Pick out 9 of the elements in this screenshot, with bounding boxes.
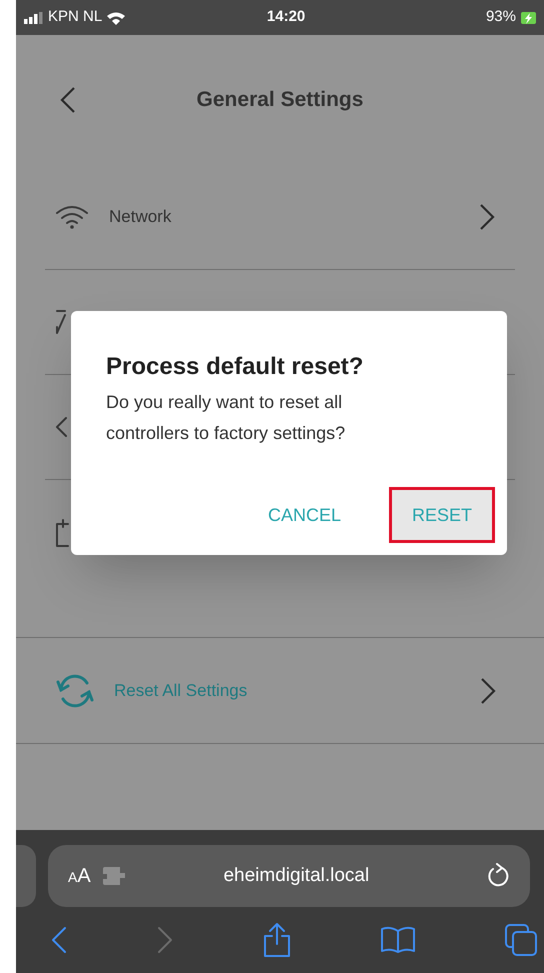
battery-percentage: 93% [486, 7, 516, 28]
row-label: Network [109, 206, 172, 228]
carrier-name: KPN NL [48, 7, 102, 28]
url-text: eheimdigital.local [222, 864, 370, 888]
dialog-title: Process default reset? [106, 352, 364, 382]
dialog-message: Do you really want to reset all controllers to factory settings? [106, 391, 346, 445]
page-title: General Settings [196, 87, 364, 114]
clock-time: 14:20 [266, 7, 306, 28]
row-label: Reset All Settings [114, 680, 248, 702]
